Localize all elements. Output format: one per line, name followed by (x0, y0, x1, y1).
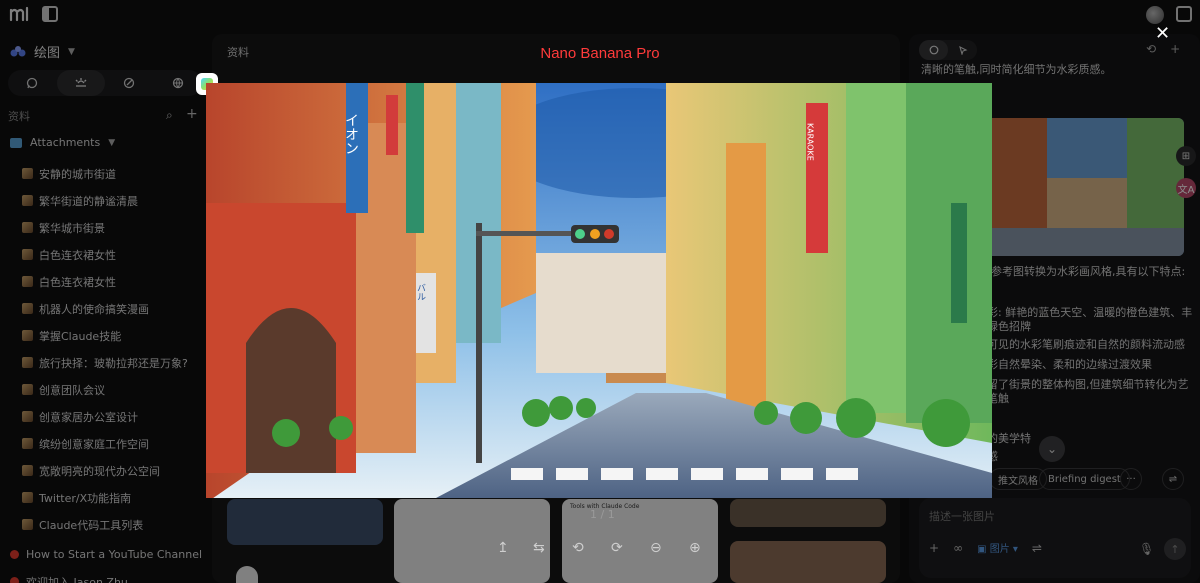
shop-sign: イオン (343, 113, 359, 155)
viewer-title: Nano Banana Pro (540, 45, 660, 62)
image-counter: 1 / 1 (590, 508, 615, 521)
zoom-out-icon[interactable]: ⊖ (650, 540, 662, 556)
rotate-right-icon[interactable]: ⟳ (611, 540, 623, 556)
shop-sign: バル (415, 283, 426, 301)
preview-image: イオン バル KARAOKE (206, 83, 992, 498)
watercolor-street-image: イオン バル KARAOKE (206, 83, 992, 498)
rotate-left-icon[interactable]: ⟲ (572, 540, 584, 556)
shop-sign: KARAOKE (806, 123, 815, 161)
close-icon[interactable]: ✕ (1155, 23, 1170, 44)
download-icon[interactable]: ↥ (497, 540, 509, 556)
zoom-in-icon[interactable]: ⊕ (689, 540, 701, 556)
swap-icon[interactable]: ⇆ (533, 540, 545, 556)
